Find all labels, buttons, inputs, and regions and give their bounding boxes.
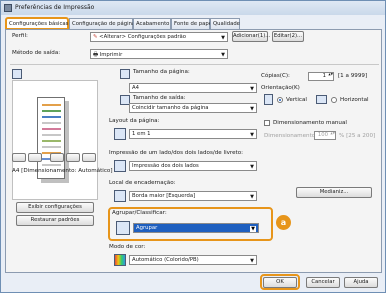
duplex-label: Impressão de um lado/dos dois lados/de l… [109, 150, 244, 156]
restore-defaults-button[interactable]: Restaurar padrões [16, 215, 94, 226]
view-duplex-button[interactable] [66, 153, 80, 162]
page-layout-label: Layout da página: [109, 118, 160, 124]
color-mode-select[interactable]: Automático (Colorido/PB) ▼ [129, 255, 257, 265]
preview-mode-icon[interactable] [12, 69, 22, 79]
binding-select[interactable]: Borda maior [Esquerda] ▼ [129, 191, 257, 201]
tab-paper-source[interactable]: Fonte de papel [171, 18, 213, 29]
page-size-label: Tamanho da página: [133, 69, 190, 75]
page-preview [12, 80, 98, 200]
output-method-label: Método de saída: [12, 50, 61, 56]
chevron-down-icon: ▼ [250, 132, 254, 138]
copies-range: [1 a 9999] [338, 73, 368, 79]
manual-scaling-label: Dimensionamento manual [273, 120, 347, 126]
landscape-label: Horizontal [340, 97, 369, 103]
copies-label: Cópias(C): [261, 73, 290, 79]
collate-select[interactable]: Agrupar ▼ [133, 223, 259, 233]
gutter-button[interactable]: Medianiz... [296, 187, 372, 198]
tab-quality[interactable]: Qualidade [210, 18, 240, 29]
divider [10, 64, 379, 65]
view-single-button[interactable] [12, 153, 26, 162]
chevron-down-icon: ▼ [250, 258, 254, 264]
output-size-value: Coincidir tamanho da página [132, 105, 209, 111]
ok-button[interactable]: OK [263, 277, 297, 288]
basic-settings-panel: Perfil: ✎ <Alterar> Configurações padrão… [5, 29, 382, 273]
chevron-down-icon: ▼ [250, 194, 254, 200]
portrait-radio[interactable] [277, 97, 283, 103]
collate-label: Agrupar/Classificar: [112, 210, 167, 216]
view-layout-button[interactable] [28, 153, 42, 162]
tab-page-setup[interactable]: Configuração de página [69, 18, 135, 29]
window-title: Preferências de Impressão [15, 4, 95, 11]
landscape-radio[interactable] [331, 97, 337, 103]
chevron-down-icon: ▼ [250, 106, 254, 112]
color-mode-icon [114, 254, 126, 266]
output-size-label: Tamanho de saída: [133, 95, 186, 101]
edit-profile-button[interactable]: Editar(2)... [272, 31, 304, 42]
profile-select[interactable]: ✎ <Alterar> Configurações padrão ▼ [90, 32, 228, 42]
help-button[interactable]: Ajuda [344, 277, 378, 288]
show-settings-button[interactable]: Exibir configurações [16, 202, 94, 213]
cancel-button[interactable]: Cancelar [306, 277, 340, 288]
portrait-icon [264, 94, 273, 105]
manual-scaling-checkbox[interactable] [264, 120, 270, 126]
printer-small-icon: 🖶 [93, 52, 99, 58]
copies-input[interactable]: 1 [308, 72, 334, 81]
collate-icon [116, 221, 130, 235]
title-bar[interactable]: Preferências de Impressão [1, 1, 385, 15]
layout-icon [114, 128, 126, 140]
page-size-select[interactable]: A4 ▼ [129, 83, 257, 93]
output-method-select[interactable]: 🖶 Imprimir ▼ [90, 49, 228, 59]
page-layout-select[interactable]: 1 em 1 ▼ [129, 129, 257, 139]
binding-icon [114, 190, 126, 202]
preview-caption: A4 [Dimensionamento: Automático] [12, 168, 113, 174]
scaling-input[interactable]: 100 [314, 131, 336, 140]
page-layout-value: 1 em 1 [132, 131, 151, 137]
print-preferences-window: Preferências de Impressão Configurações … [0, 0, 386, 293]
printer-icon [4, 4, 12, 12]
binding-label: Local de encadernação: [109, 180, 176, 186]
binding-value: Borda maior [Esquerda] [132, 193, 196, 199]
chevron-down-icon: ▼ [221, 52, 225, 58]
collate-value: Agrupar [136, 225, 158, 231]
scaling-field-label: Dimensionamento: [264, 133, 318, 139]
output-method-value: Imprimir [99, 52, 123, 58]
chevron-down-icon: ▼ [250, 164, 254, 170]
view-book-button[interactable] [50, 153, 64, 162]
duplex-select[interactable]: Impressão dos dois lados ▼ [129, 161, 257, 171]
profile-label: Perfil: [12, 33, 28, 39]
duplex-icon [114, 160, 126, 172]
pencil-icon: ✎ [93, 34, 98, 40]
view-staple-button[interactable] [82, 153, 96, 162]
chevron-down-icon: ▼ [221, 35, 225, 41]
output-size-select[interactable]: Coincidir tamanho da página ▼ [129, 103, 257, 113]
page-size-value: A4 [132, 85, 139, 91]
add-profile-button[interactable]: Adicionar(1)... [232, 31, 270, 42]
scaling-range: % [25 a 200] [339, 133, 376, 139]
profile-value: <Alterar> Configurações padrão [99, 34, 186, 40]
orientation-label: Orientação(K) [261, 85, 300, 91]
color-mode-label: Modo de cor: [109, 244, 146, 250]
callout-a-badge: a [276, 215, 291, 230]
portrait-label: Vertical [286, 97, 307, 103]
chevron-down-icon: ▼ [250, 226, 256, 232]
duplex-value: Impressão dos dois lados [132, 163, 199, 169]
preview-page-image [37, 97, 65, 179]
page-size-icon [120, 69, 130, 79]
landscape-icon [316, 95, 327, 104]
chevron-down-icon: ▼ [250, 86, 254, 92]
tab-finishing[interactable]: Acabamento [133, 18, 171, 29]
color-mode-value: Automático (Colorido/PB) [132, 257, 199, 263]
